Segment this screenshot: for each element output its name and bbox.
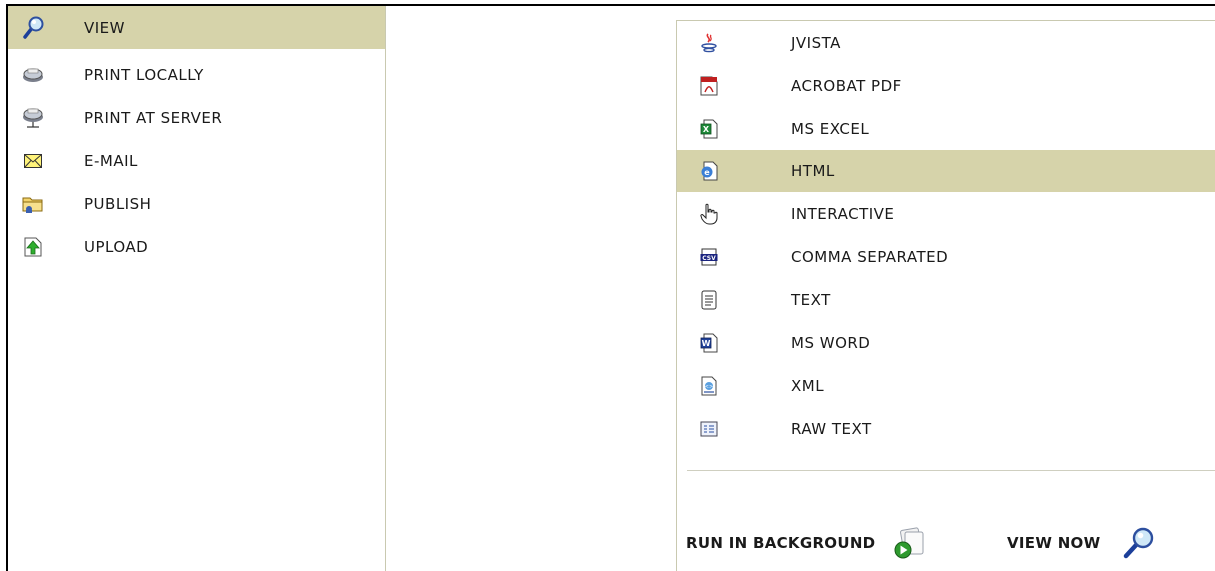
menu-item-publish[interactable]: PUBLISH <box>8 182 385 225</box>
format-item-label: TEXT <box>791 291 831 309</box>
format-item-label: MS EXCEL <box>791 120 870 138</box>
action-menu: VIEW PRINT LOCALLY PRINT AT SERVER E-MAI… <box>8 6 386 571</box>
svg-text:X: X <box>703 125 710 134</box>
menu-item-label: E-MAIL <box>84 151 138 170</box>
divider <box>687 470 1215 471</box>
format-item-interactive[interactable]: INTERACTIVE <box>677 193 1215 235</box>
java-icon <box>699 33 719 53</box>
format-item-raw-text[interactable]: RAW TEXT <box>677 408 1215 450</box>
printer-icon <box>22 64 44 86</box>
menu-item-label: UPLOAD <box>84 237 149 256</box>
format-item-label: JVISTA <box>791 34 841 52</box>
format-item-label: MS WORD <box>791 334 871 352</box>
run-in-background-label: RUN IN BACKGROUND <box>686 534 876 552</box>
format-item-jvista[interactable]: JVISTA <box>677 22 1215 64</box>
xml-icon: <> <box>699 376 719 396</box>
menu-item-label: VIEW <box>84 18 125 37</box>
raw-text-icon <box>699 419 719 439</box>
menu-item-view[interactable]: VIEW <box>8 6 385 49</box>
network-printer-icon <box>22 107 44 129</box>
hand-pointer-icon <box>699 203 719 225</box>
magnifier-icon <box>1122 526 1156 560</box>
upload-icon <box>22 236 44 258</box>
svg-text:W: W <box>702 339 711 348</box>
magnifier-icon <box>22 16 44 39</box>
word-icon: W <box>699 333 719 353</box>
empty-panel <box>387 6 676 571</box>
excel-icon: X <box>699 119 719 139</box>
menu-item-label: PRINT LOCALLY <box>84 65 204 84</box>
text-document-icon <box>699 290 719 310</box>
format-item-label: ACROBAT PDF <box>791 77 902 95</box>
view-now-label: VIEW NOW <box>1007 534 1101 552</box>
menu-item-email[interactable]: E-MAIL <box>8 139 385 182</box>
format-item-xml[interactable]: <> XML <box>677 365 1215 407</box>
format-item-ms-word[interactable]: W MS WORD <box>677 322 1215 364</box>
run-in-background-button[interactable]: RUN IN BACKGROUND <box>686 526 927 560</box>
menu-item-upload[interactable]: UPLOAD <box>8 225 385 268</box>
svg-text:e: e <box>704 168 710 177</box>
html-icon: e <box>699 161 719 181</box>
format-item-label: COMMA SEPARATED <box>791 248 949 266</box>
format-item-label: XML <box>791 377 825 395</box>
menu-item-print-locally[interactable]: PRINT LOCALLY <box>8 53 385 96</box>
format-item-ms-excel[interactable]: X MS EXCEL <box>677 108 1215 150</box>
view-now-button[interactable]: VIEW NOW <box>1007 526 1156 560</box>
format-item-comma-separated[interactable]: CSV COMMA SEPARATED <box>677 236 1215 278</box>
format-item-label: RAW TEXT <box>791 420 872 438</box>
csv-icon: CSV <box>699 247 719 267</box>
folder-icon <box>22 193 44 215</box>
pdf-icon <box>699 76 719 96</box>
format-item-html[interactable]: e HTML <box>677 150 1215 192</box>
run-background-icon <box>893 526 927 560</box>
menu-item-label: PUBLISH <box>84 194 152 213</box>
format-item-acrobat-pdf[interactable]: ACROBAT PDF <box>677 65 1215 107</box>
svg-text:CSV: CSV <box>702 255 716 262</box>
format-list: JVISTA ACROBAT PDF X MS EXCEL e HTML INT… <box>676 20 1215 571</box>
format-item-text[interactable]: TEXT <box>677 279 1215 321</box>
svg-text:<>: <> <box>705 384 713 390</box>
format-item-label: HTML <box>791 162 835 180</box>
envelope-icon <box>22 150 44 172</box>
menu-item-print-at-server[interactable]: PRINT AT SERVER <box>8 96 385 139</box>
menu-item-label: PRINT AT SERVER <box>84 108 223 127</box>
format-item-label: INTERACTIVE <box>791 205 895 223</box>
